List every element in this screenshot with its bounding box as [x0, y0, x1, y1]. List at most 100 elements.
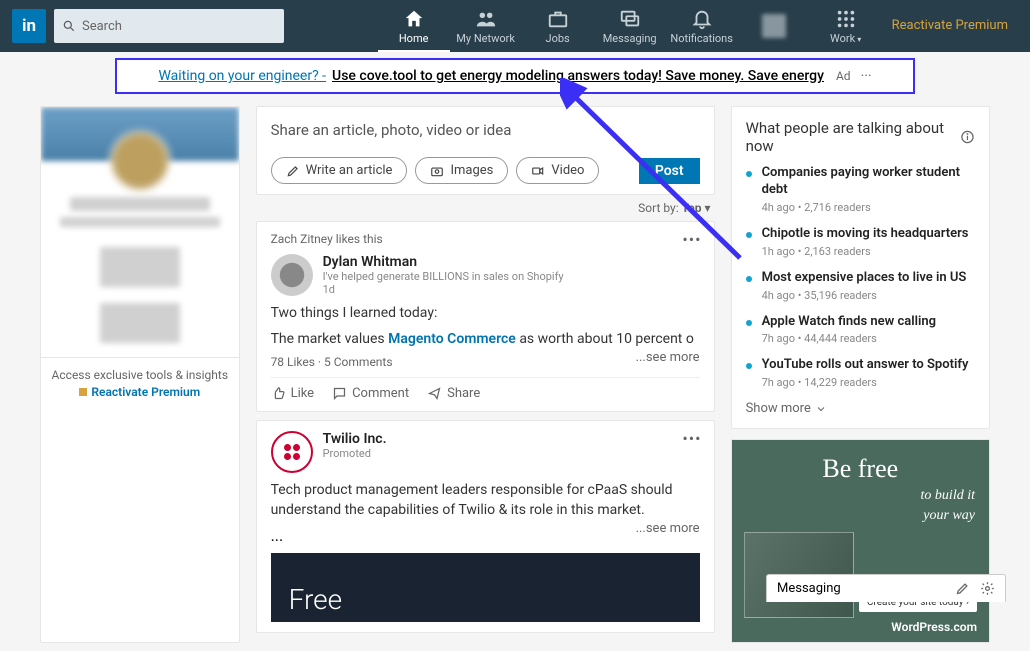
search-icon	[62, 19, 76, 33]
nav-me[interactable]	[738, 0, 810, 52]
profile-stat-blurred	[100, 247, 180, 287]
nav-network[interactable]: My Network	[450, 0, 522, 52]
promoted-label: Promoted	[323, 447, 387, 460]
trending-item-title: Most expensive places to live in US	[762, 270, 967, 287]
chevron-down-icon	[815, 403, 827, 415]
bell-icon	[691, 8, 713, 30]
trending-item-meta: 7h ago • 14,229 readers	[762, 376, 969, 389]
show-more-link[interactable]: Show more	[746, 401, 975, 416]
trending-item[interactable]: Most expensive places to live in US 4h ag…	[746, 270, 975, 302]
profile-footer[interactable]: Access exclusive tools & insights Reacti…	[41, 357, 239, 409]
profile-avatar[interactable]	[110, 131, 170, 191]
trending-item-title: YouTube rolls out answer to Spotify	[762, 357, 969, 374]
trending-item-title: Companies paying worker student debt	[762, 165, 975, 199]
right-column: What people are talking about now Compan…	[731, 106, 990, 643]
trending-item-meta: 4h ago • 2,716 readers	[762, 201, 975, 214]
trending-item-title: Apple Watch finds new calling	[762, 314, 936, 331]
author-name[interactable]: Twilio Inc.	[323, 431, 387, 447]
profile-headline-blurred	[60, 217, 220, 227]
annotation-arrow	[560, 78, 750, 268]
briefcase-icon	[547, 8, 569, 30]
trending-item-title: Chipotle is moving its headquarters	[762, 226, 969, 243]
write-article-button[interactable]: Write an article	[271, 157, 408, 184]
chat-icon	[619, 8, 641, 30]
profile-footer-line: Access exclusive tools & insights	[51, 368, 229, 382]
nav-notifications-label: Notifications	[670, 32, 733, 45]
like-button[interactable]: Like	[271, 386, 315, 401]
write-article-label: Write an article	[306, 163, 393, 178]
nav-work-label: Work	[830, 32, 855, 45]
messaging-label: Messaging	[777, 581, 841, 596]
comment-icon	[332, 386, 347, 401]
video-icon	[531, 164, 545, 178]
post-body: Two things I learned today:	[271, 304, 700, 324]
see-more-link[interactable]: ...see more	[636, 520, 700, 538]
ad-headline: Be free	[746, 454, 975, 484]
bullet-icon	[746, 320, 752, 326]
linkedin-logo[interactable]: in	[12, 9, 46, 43]
bullet-icon	[746, 363, 752, 369]
nav-home-label: Home	[399, 32, 429, 45]
images-label: Images	[450, 163, 493, 178]
nav-work[interactable]: Work▾	[810, 0, 882, 52]
share-button[interactable]: Share	[427, 386, 480, 401]
trending-item[interactable]: Chipotle is moving its headquarters 1h ag…	[746, 226, 975, 258]
feed-card-promoted: ••• Twilio Inc. Promoted Tech product ma…	[256, 420, 715, 633]
trending-item[interactable]: Apple Watch finds new calling7h ago • 44…	[746, 314, 975, 346]
bullet-icon	[746, 276, 752, 282]
post-menu-button[interactable]: •••	[682, 429, 701, 448]
ad-sub1: to build it	[746, 488, 975, 504]
trending-item-meta: 1h ago • 2,163 readers	[762, 245, 969, 258]
profile-pic-icon	[762, 14, 786, 38]
people-icon	[475, 8, 497, 30]
images-button[interactable]: Images	[415, 157, 508, 184]
ad-label: Ad	[836, 69, 851, 83]
ad-menu-dots[interactable]: ···	[861, 68, 872, 84]
nav-premium-cta[interactable]: Reactivate Premium	[882, 18, 1018, 35]
top-nav: in Search Home My Network Jobs Messaging…	[0, 0, 1030, 52]
nav-items: Home My Network Jobs Messaging Notificat…	[378, 0, 1018, 52]
author-avatar[interactable]	[271, 254, 313, 296]
comment-button[interactable]: Comment	[332, 386, 409, 401]
trending-title: What people are talking about now	[746, 119, 961, 155]
profile-card: Access exclusive tools & insights Reacti…	[40, 106, 240, 643]
trending-item[interactable]: YouTube rolls out answer to Spotify 7h ag…	[746, 357, 975, 389]
nav-home[interactable]: Home	[378, 0, 450, 52]
ad-brand: WordPress.com	[891, 620, 977, 634]
profile-footer-cta: Reactivate Premium	[91, 385, 200, 399]
nav-notifications[interactable]: Notifications	[666, 0, 738, 52]
home-icon	[403, 8, 425, 30]
compose-icon[interactable]	[955, 581, 970, 596]
search-input[interactable]: Search	[54, 9, 284, 43]
premium-badge-icon	[79, 388, 87, 396]
nav-jobs-label: Jobs	[546, 32, 570, 45]
post-time: 1d	[323, 283, 564, 296]
profile-stat-blurred	[100, 303, 180, 343]
trending-item-meta: 7h ago • 44,444 readers	[762, 332, 936, 345]
twilio-logo[interactable]	[271, 431, 313, 473]
pencil-icon	[286, 164, 300, 178]
ad-sub2: your way	[746, 508, 975, 524]
trending-item-meta: 4h ago • 35,196 readers	[762, 289, 967, 302]
nav-jobs[interactable]: Jobs	[522, 0, 594, 52]
info-icon[interactable]	[960, 129, 975, 145]
nav-messaging[interactable]: Messaging	[594, 0, 666, 52]
post-body: Tech product management leaders responsi…	[271, 481, 700, 520]
author-name[interactable]: Dylan Whitman	[323, 254, 564, 270]
nav-messaging-label: Messaging	[603, 32, 657, 45]
trending-item[interactable]: Companies paying worker student debt 4h a…	[746, 165, 975, 214]
share-icon	[427, 386, 442, 401]
post-body-line2: The market values Magento Commerce as wo…	[271, 330, 700, 350]
search-placeholder: Search	[82, 19, 122, 34]
ad-lead: Waiting on your engineer? -	[158, 68, 326, 84]
trending-box: What people are talking about now Compan…	[731, 106, 990, 429]
gear-icon[interactable]	[980, 581, 995, 596]
grid-icon	[835, 8, 857, 30]
promo-image[interactable]: Free	[271, 553, 700, 622]
thumbs-up-icon	[271, 386, 286, 401]
ad-banner[interactable]: Waiting on your engineer? - Use cove.too…	[115, 58, 915, 94]
sidebar-ad[interactable]: Be free to build it your way Create your…	[731, 439, 990, 643]
magento-link[interactable]: Magento Commerce	[388, 331, 516, 347]
see-more-link[interactable]: ...see more	[636, 349, 700, 367]
messaging-bar[interactable]: Messaging	[766, 574, 1006, 602]
